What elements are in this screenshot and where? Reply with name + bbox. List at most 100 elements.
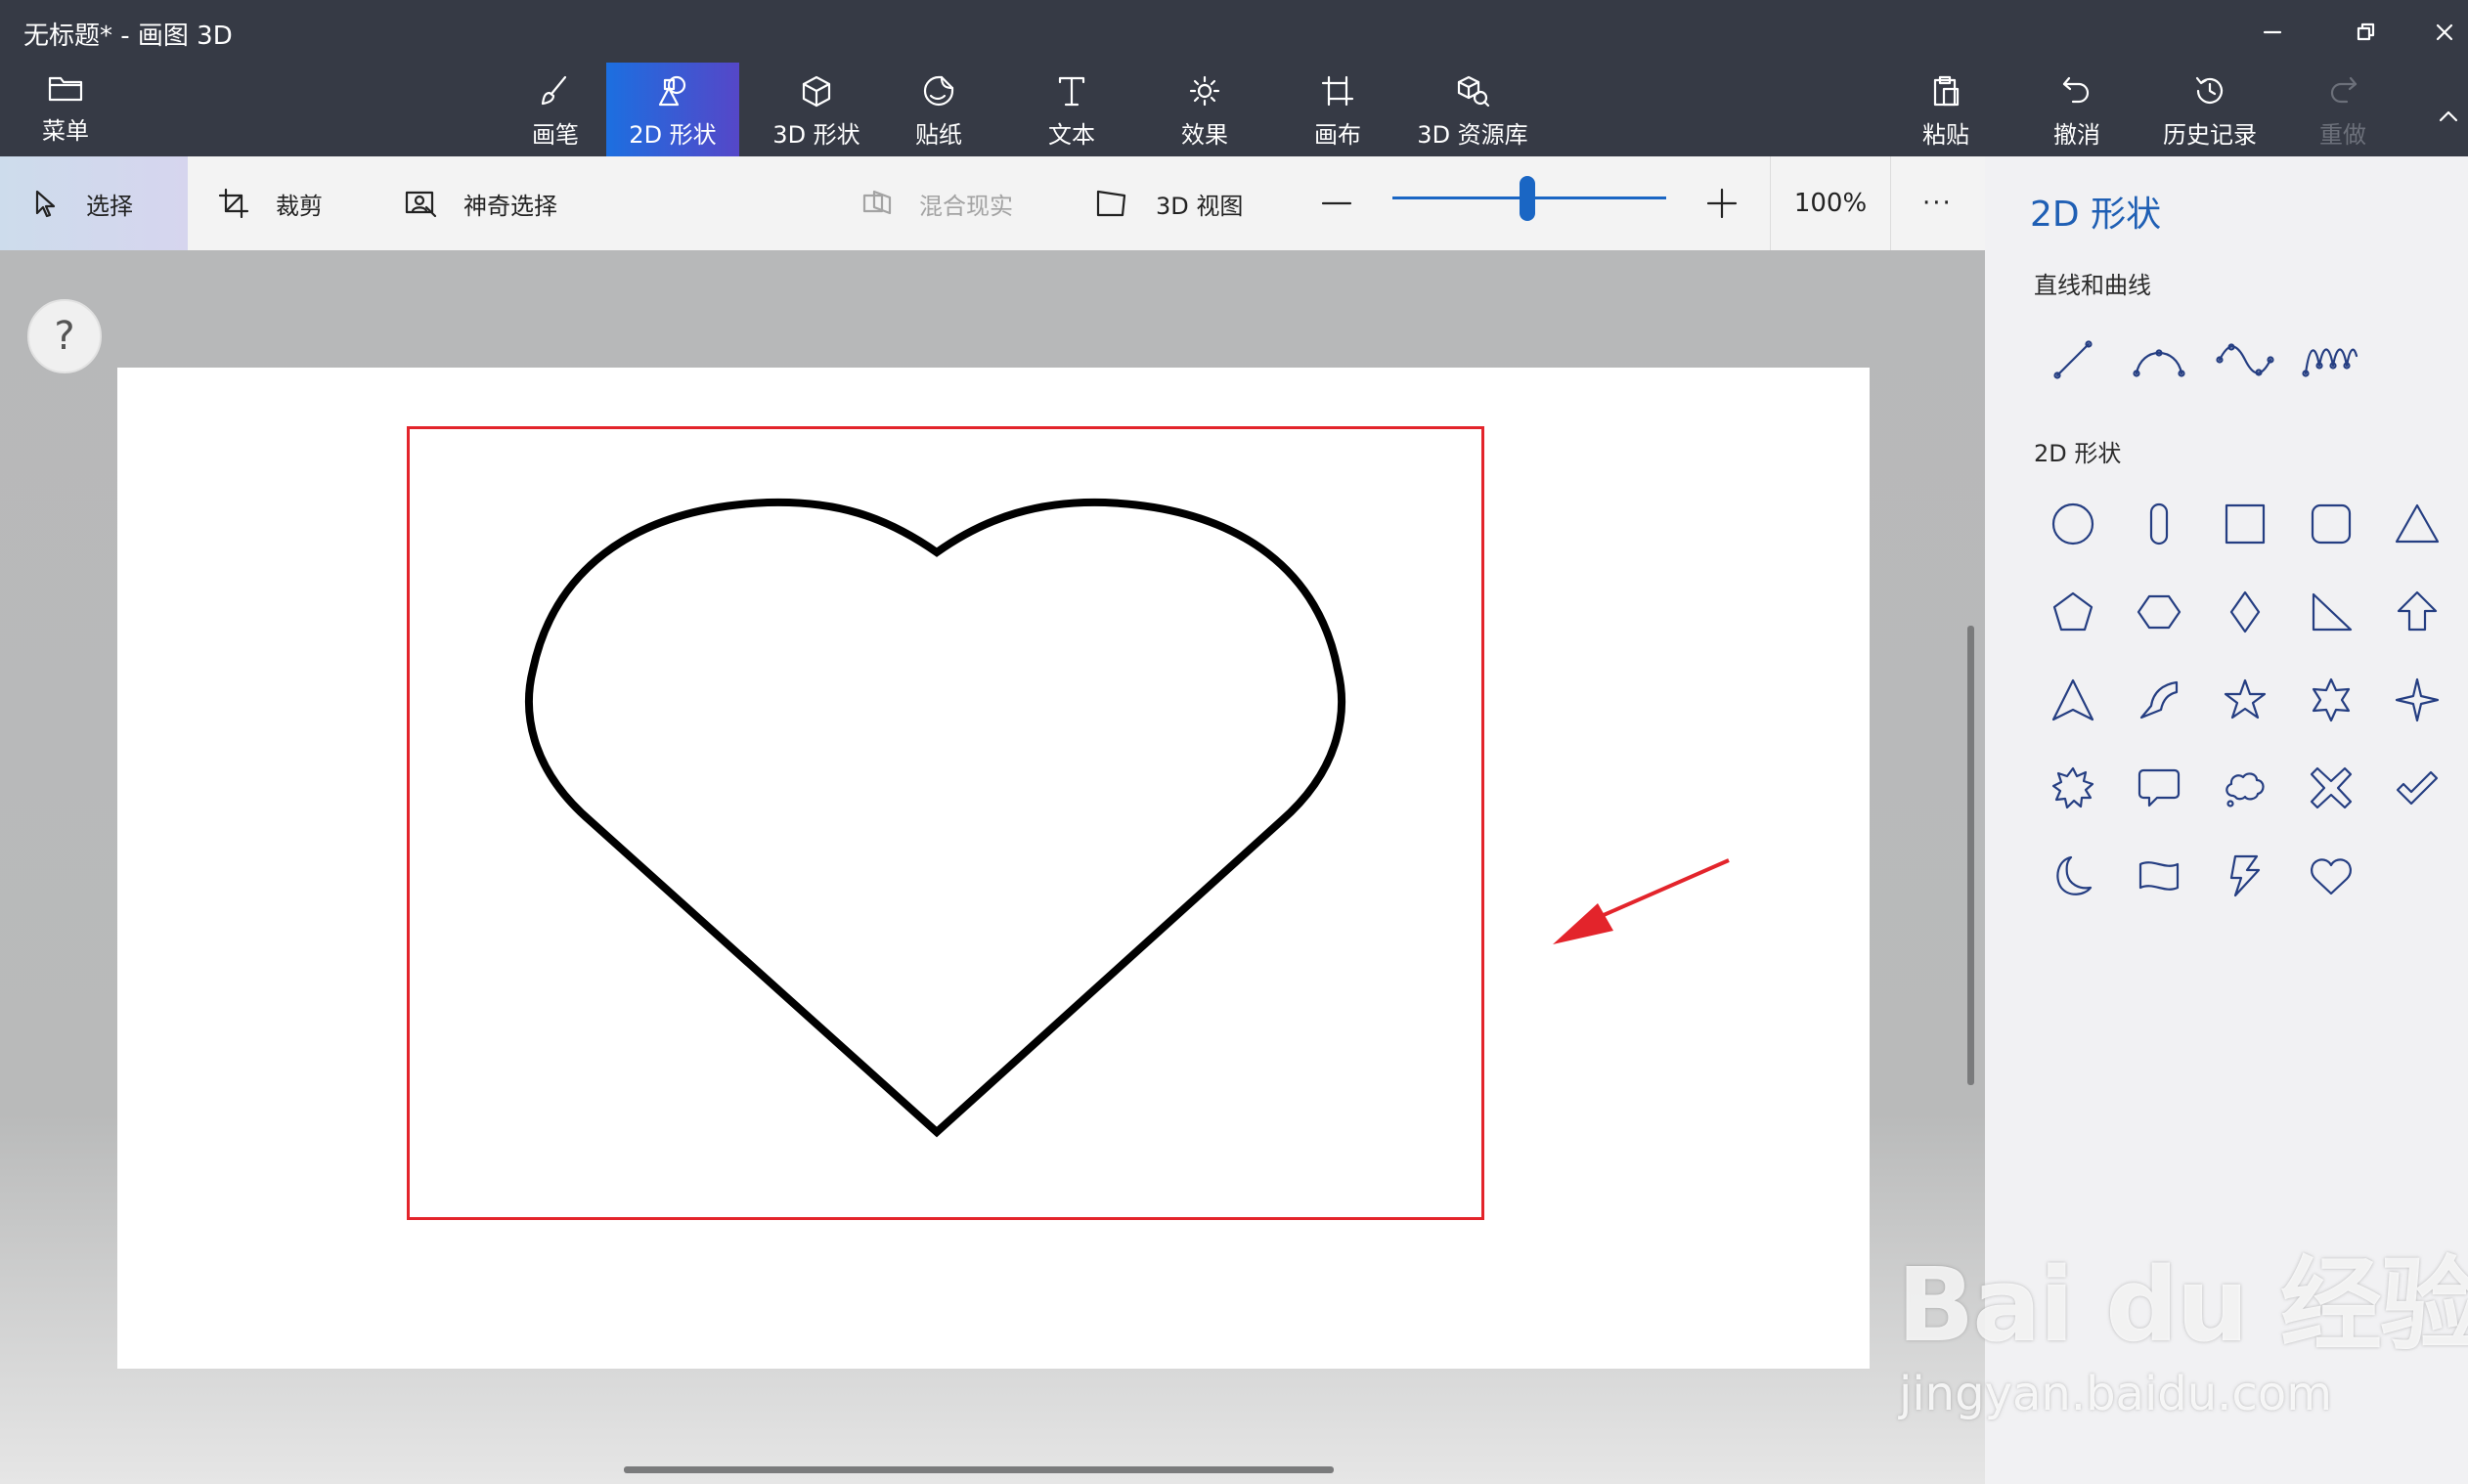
3d-shapes-icon [802, 75, 831, 108]
heart-tool[interactable] [2296, 841, 2366, 911]
line-tool[interactable] [2038, 325, 2108, 395]
help-button[interactable]: ? [27, 299, 102, 373]
star4-tool[interactable] [2382, 665, 2452, 735]
hexagon-tool[interactable] [2124, 577, 2194, 647]
redo-icon [2330, 76, 2358, 104]
star5-tool[interactable] [2210, 665, 2280, 735]
moon-tool[interactable] [2038, 841, 2108, 911]
minimize-icon [2263, 30, 2282, 34]
triangle-tool[interactable] [2382, 489, 2452, 559]
speech-bubble-icon [2137, 768, 2181, 807]
circle-tool[interactable] [2038, 489, 2108, 559]
rounded-square-icon [2311, 503, 2352, 545]
star6-tool[interactable] [2296, 665, 2366, 735]
undo-label: 撤消 [2053, 121, 2100, 149]
tab-canvas-label: 画布 [1314, 121, 1361, 149]
banner-tool[interactable] [2124, 841, 2194, 911]
crop-tool[interactable]: 裁剪 [217, 156, 323, 250]
restore-button[interactable] [2327, 6, 2405, 59]
select-label: 选择 [86, 192, 133, 220]
tab-canvas[interactable]: 画布 [1277, 63, 1398, 156]
rounded-capsule-icon [2149, 502, 2169, 546]
tab-2d-shapes[interactable]: 2D 形状 [606, 63, 739, 156]
vertical-scrollbar[interactable] [1967, 626, 1974, 1085]
capsule-tool[interactable] [2124, 489, 2194, 559]
tab-text-label: 文本 [1048, 121, 1095, 149]
checkmark-icon [2396, 770, 2439, 806]
tab-text[interactable]: 文本 [1011, 63, 1132, 156]
minimize-button[interactable] [2233, 6, 2312, 59]
history-icon [2195, 76, 2224, 104]
burst-tool[interactable] [2038, 753, 2108, 823]
tab-stickers[interactable]: 贴纸 [878, 63, 999, 156]
tab-brushes[interactable]: 画笔 [497, 63, 614, 156]
tab-brushes-label: 画笔 [532, 121, 579, 149]
crop-icon [218, 188, 249, 219]
selection-box[interactable] [407, 426, 1484, 1220]
arrowhead-tool[interactable] [2038, 665, 2108, 735]
tab-2d-shapes-label: 2D 形状 [629, 121, 717, 149]
arrowhead-icon [2051, 678, 2094, 721]
zoom-percentage[interactable]: 100% [1770, 156, 1891, 250]
checkmark-tool[interactable] [2382, 753, 2452, 823]
redo-button[interactable]: 重做 [2294, 63, 2392, 156]
zoom-out-button[interactable] [1320, 156, 1379, 250]
more-options-button[interactable]: ··· [1922, 156, 1953, 250]
menu-button[interactable]: 菜单 [22, 61, 110, 154]
text-icon [1058, 76, 1085, 107]
speech-bubble-tool[interactable] [2124, 753, 2194, 823]
baidu-watermark-logo: Bai du 经验 [1897, 1245, 2468, 1365]
cursor-arrow-icon [35, 190, 56, 218]
cross-tool[interactable] [2296, 753, 2366, 823]
collapse-ribbon-button[interactable] [2429, 90, 2468, 143]
menu-label: 菜单 [42, 117, 89, 145]
folder-icon [48, 76, 83, 102]
cross-icon [2310, 766, 2353, 809]
close-icon [2436, 23, 2453, 41]
diamond-tool[interactable] [2210, 577, 2280, 647]
history-button[interactable]: 历史记录 [2151, 63, 2269, 156]
select-tool[interactable]: 选择 [0, 156, 188, 250]
heart-icon [2311, 858, 2352, 895]
3d-view-label: 3D 视图 [1156, 192, 1244, 220]
redo-label: 重做 [2319, 121, 2366, 149]
wave-curve-tool[interactable] [2296, 325, 2366, 395]
tab-stickers-label: 贴纸 [915, 121, 962, 149]
square-icon [2225, 503, 2266, 545]
curve-tool[interactable] [2124, 325, 2194, 395]
3d-view-icon [1096, 190, 1126, 217]
undo-button[interactable]: 撤消 [2028, 63, 2126, 156]
right-triangle-tool[interactable] [2296, 577, 2366, 647]
tab-3d-shapes[interactable]: 3D 形状 [753, 63, 880, 156]
hexagon-icon [2137, 594, 2182, 630]
quarter-circle-tool[interactable] [2124, 665, 2194, 735]
lightning-icon [2229, 854, 2261, 897]
horizontal-scrollbar[interactable] [624, 1466, 1334, 1473]
lightning-tool[interactable] [2210, 841, 2280, 911]
chevron-up-icon [2439, 110, 2458, 122]
thought-bubble-tool[interactable] [2210, 753, 2280, 823]
s-curve-tool[interactable] [2210, 325, 2280, 395]
star5-icon [2224, 678, 2267, 720]
line-icon [2053, 340, 2093, 379]
zoom-in-button[interactable] [1705, 156, 1764, 250]
magic-select-tool[interactable]: 神奇选择 [403, 156, 557, 250]
arrow-up-tool[interactable] [2382, 577, 2452, 647]
tab-effects[interactable]: 效果 [1144, 63, 1265, 156]
square-tool[interactable] [2210, 489, 2280, 559]
secondary-toolbar: 选择 裁剪 神奇选择 混合现实 3D 视图 100% ··· [0, 156, 1985, 250]
mixed-reality-button[interactable]: 混合现实 [860, 156, 1013, 250]
magic-select-icon [405, 191, 437, 218]
mixed-reality-icon [862, 190, 892, 215]
zoom-slider-thumb[interactable] [1520, 176, 1535, 221]
3d-view-button[interactable]: 3D 视图 [1093, 156, 1243, 250]
sticker-icon [923, 75, 954, 107]
close-button[interactable] [2421, 6, 2468, 59]
pentagon-tool[interactable] [2038, 577, 2108, 647]
paste-button[interactable]: 粘贴 [1897, 63, 1995, 156]
shapes-section-title: 2D 形状 [2034, 440, 2122, 467]
tab-3d-library[interactable]: 3D 资源库 [1404, 63, 1541, 156]
banner-icon [2138, 861, 2180, 891]
rounded-square-tool[interactable] [2296, 489, 2366, 559]
mixed-reality-label: 混合现实 [919, 192, 1013, 220]
